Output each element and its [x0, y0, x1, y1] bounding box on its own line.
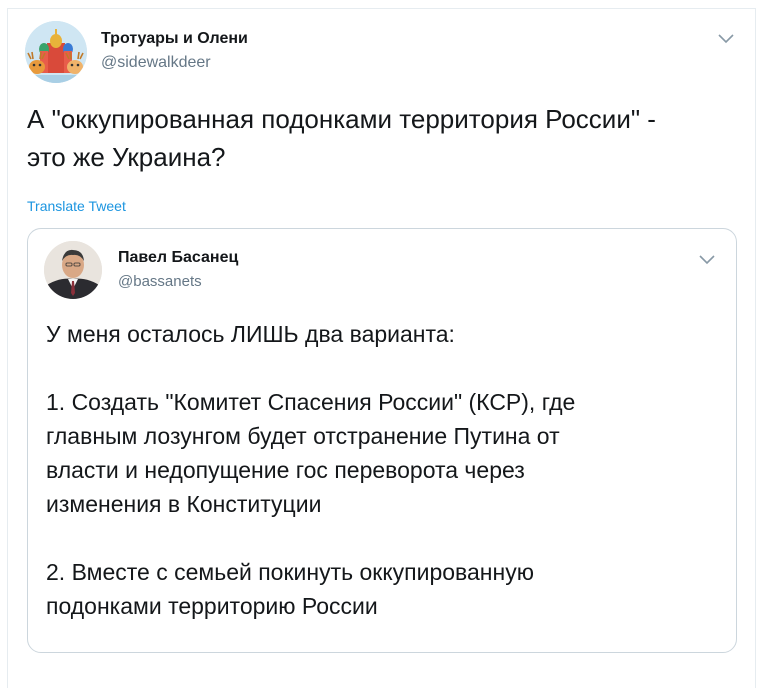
tweet-text-line: это же Украина? — [27, 142, 226, 172]
quoted-text-line: У меня осталось ЛИШЬ два варианта: — [46, 321, 455, 347]
quoted-tweet-text: У меня осталось ЛИШЬ два варианта: 1. Со… — [46, 317, 716, 623]
quoted-text-line: подонками территорию России — [46, 593, 378, 619]
person-avatar-icon — [44, 241, 102, 299]
quoted-avatar[interactable] — [44, 241, 102, 299]
translate-tweet-link[interactable]: Translate Tweet — [27, 198, 126, 214]
kremlin-deer-avatar-icon — [25, 21, 87, 83]
chevron-down-icon[interactable] — [717, 32, 735, 44]
tweet-text-line: А "оккупированная подонками территория Р… — [27, 104, 656, 134]
author-name[interactable]: Тротуары и Олени — [101, 30, 248, 48]
quoted-text-line: изменения в Конституции — [46, 491, 322, 517]
author-handle[interactable]: @sidewalkdeer — [101, 54, 211, 72]
avatar[interactable] — [25, 21, 87, 83]
tweet-text: А "оккупированная подонками территория Р… — [27, 100, 737, 176]
quoted-text-line: 1. Создать "Комитет Спасения России" (КС… — [46, 389, 576, 415]
quoted-author-name[interactable]: Павел Басанец — [118, 249, 238, 267]
quoted-text-line: главным лозунгом будет отстранение Путин… — [46, 423, 560, 449]
quoted-text-line: 2. Вместе с семьей покинуть оккупированн… — [46, 559, 534, 585]
quoted-tweet[interactable]: Павел Басанец @bassanets У меня осталось… — [27, 228, 737, 653]
quoted-author-handle[interactable]: @bassanets — [118, 273, 202, 290]
chevron-down-icon[interactable] — [698, 253, 716, 265]
quoted-text-line: власти и недопущение гос переворота чере… — [46, 457, 525, 483]
